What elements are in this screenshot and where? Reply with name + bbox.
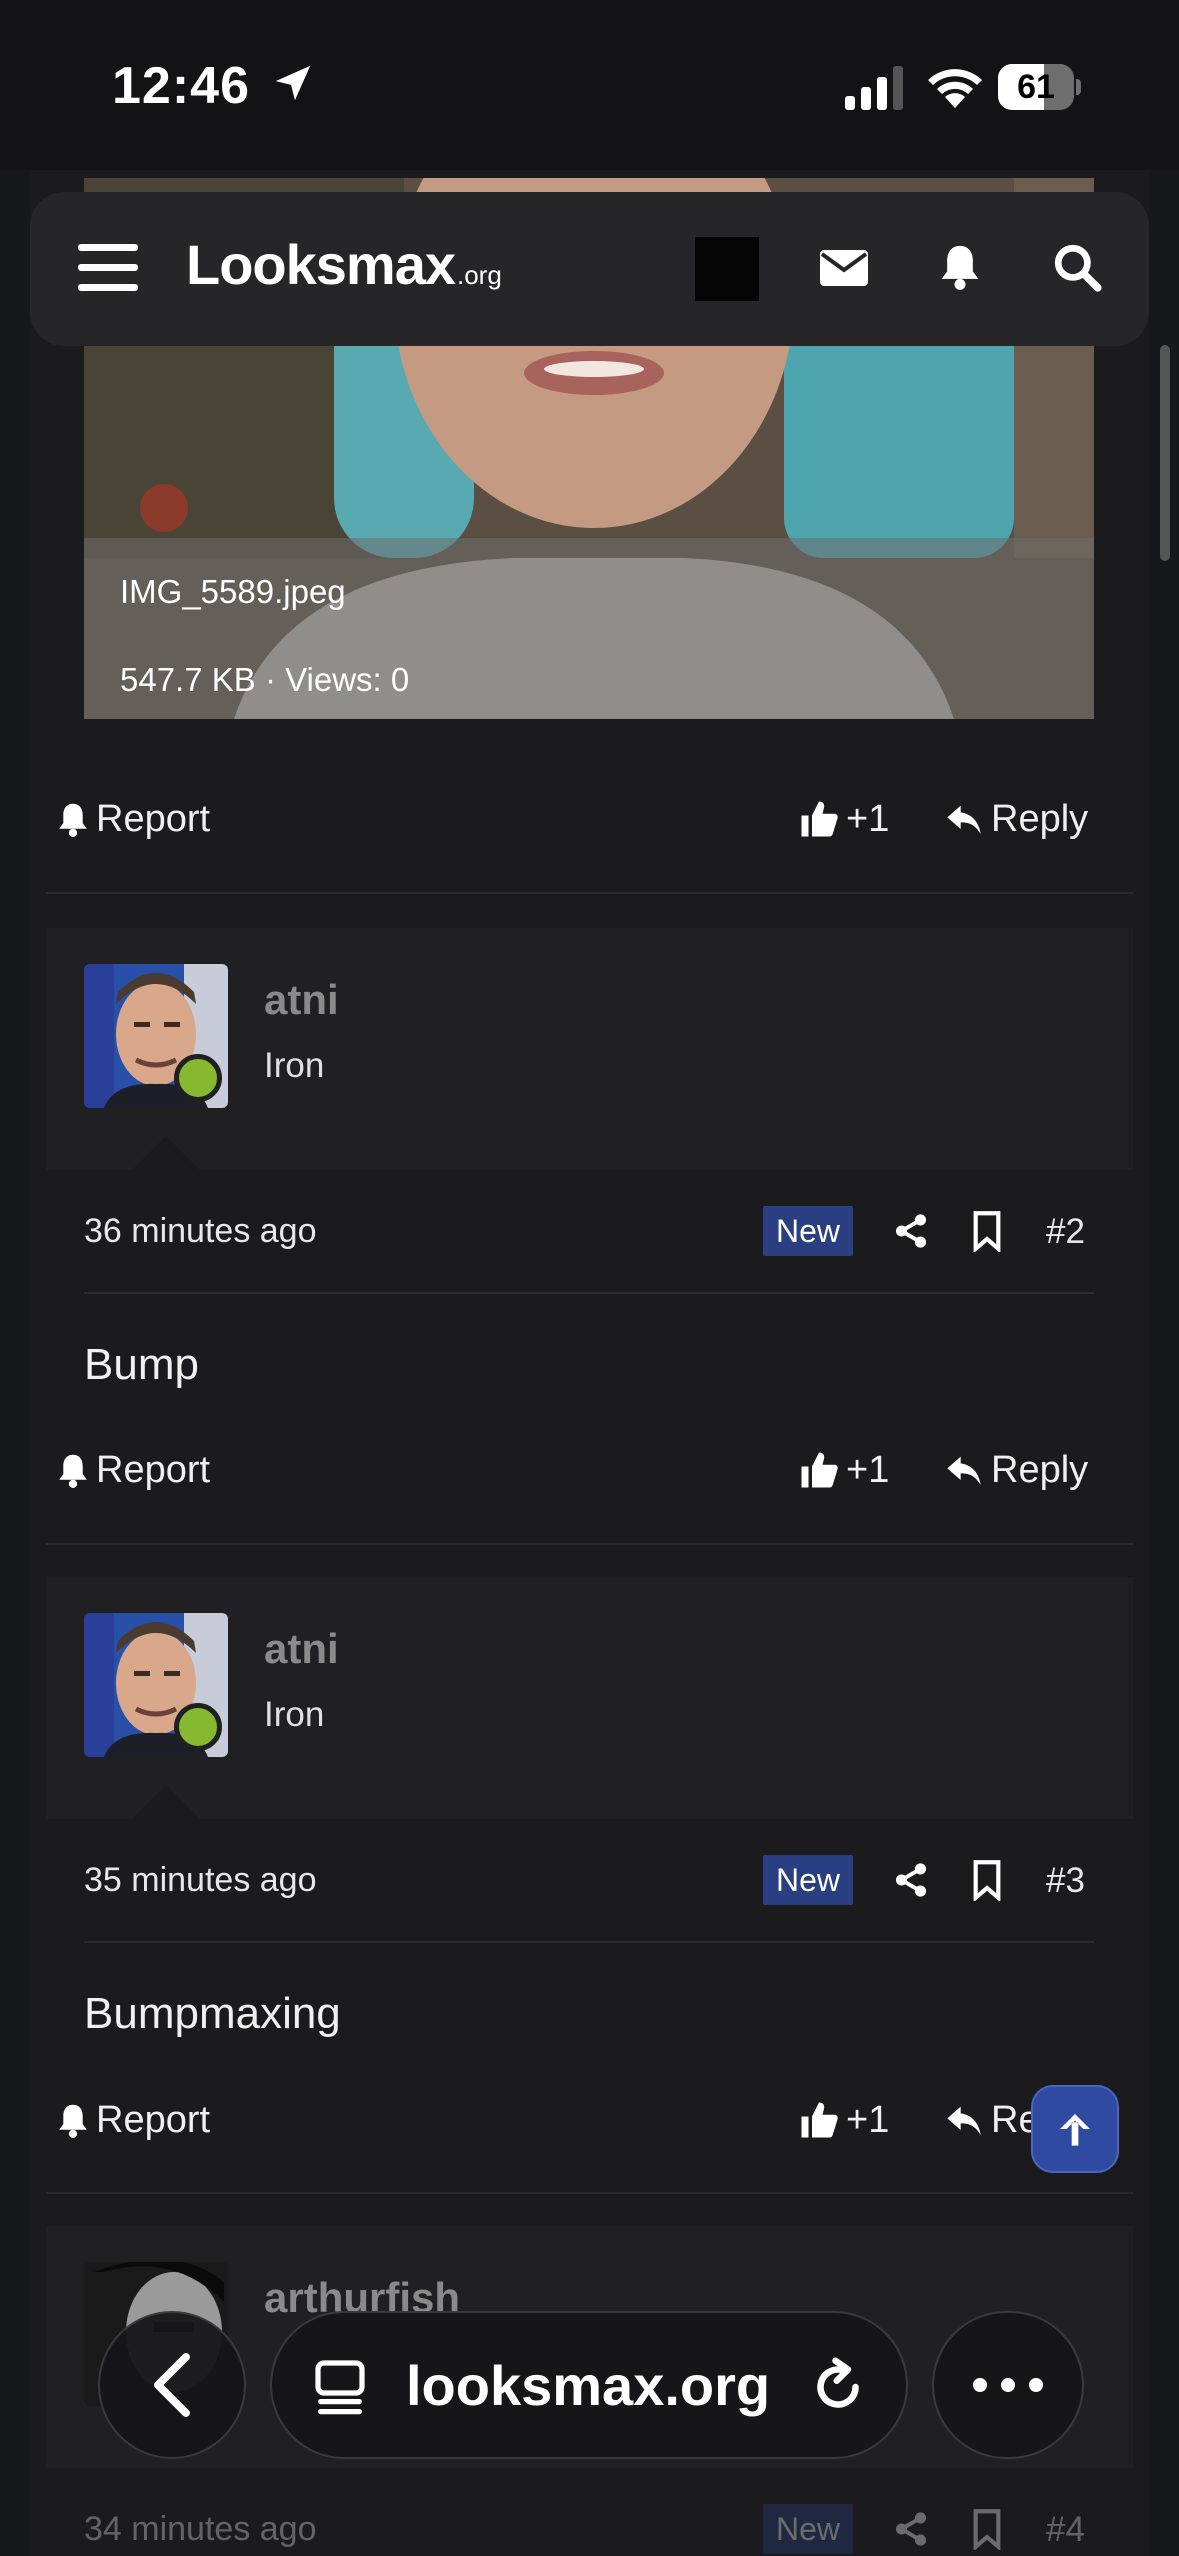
post-actions: Report +1 Reply [30, 1410, 1149, 1530]
report-button[interactable]: Report [56, 2060, 210, 2180]
post-body: Bumpmaxing [84, 1989, 341, 2038]
arrow-up-icon [1060, 2114, 1090, 2146]
user-title: Iron [264, 1046, 325, 1085]
post-divider [46, 892, 1133, 894]
bell-icon [59, 1454, 87, 1488]
report-label: Report [96, 2098, 211, 2141]
reply-label: Reply [991, 797, 1089, 840]
status-bar: 12:46 61 [0, 0, 1179, 170]
post-divider [46, 1543, 1133, 1545]
bell-icon [59, 2104, 87, 2138]
share-icon[interactable] [892, 2510, 930, 2548]
battery-icon: 61 [998, 64, 1081, 110]
status-time: 12:46 [112, 57, 250, 115]
username[interactable]: atni [264, 1625, 339, 1673]
like-button[interactable]: +1 [798, 2060, 889, 2180]
post-meta: 35 minutes ago New #3 Bumpmaxing [46, 1819, 1133, 2038]
bookmark-icon[interactable] [970, 1859, 1004, 1901]
address-text: looksmax.org [406, 2354, 771, 2417]
bookmark-icon[interactable] [970, 1210, 1004, 1252]
address-bar[interactable]: looksmax.org [270, 2311, 908, 2459]
location-arrow-icon [275, 65, 311, 101]
hamburger-menu-icon[interactable] [78, 242, 138, 294]
site-logo[interactable]: Looksmax .org [186, 232, 502, 302]
post-meta: 36 minutes ago New #2 Bump [46, 1170, 1133, 1389]
report-label: Report [96, 797, 211, 840]
thumbs-up-icon [801, 1452, 838, 1488]
post-meta: 34 minutes ago New #4 [46, 2468, 1133, 2556]
account-avatar[interactable] [695, 237, 759, 301]
reply-button[interactable]: Reply [943, 759, 1088, 879]
reply-button[interactable]: Reply [943, 1410, 1088, 1530]
post-time[interactable]: 36 minutes ago [84, 1212, 317, 1251]
scroll-to-top-button[interactable] [1031, 2085, 1119, 2173]
reply-icon [947, 1456, 981, 1485]
thumbs-up-icon [801, 801, 838, 837]
more-options-button[interactable] [932, 2311, 1084, 2459]
like-button[interactable]: +1 [798, 759, 889, 879]
post-author-header: atni Iron [46, 928, 1133, 1170]
post-time[interactable]: 35 minutes ago [84, 1861, 317, 1900]
logo-text: Looksmax [186, 233, 456, 296]
search-icon[interactable] [1052, 242, 1102, 292]
post-author-header: atni Iron [46, 1577, 1133, 1819]
reply-icon [947, 805, 981, 834]
bookmark-icon[interactable] [970, 2508, 1004, 2550]
chevron-left-icon [154, 2353, 190, 2417]
attachment-filename: IMG_5589.jpeg [120, 573, 346, 610]
reply-icon [947, 2106, 981, 2135]
attachment-stats: 547.7 KB · Views: 0 [120, 661, 410, 698]
post-time[interactable]: 34 minutes ago [84, 2510, 317, 2549]
share-icon[interactable] [892, 1861, 930, 1899]
new-badge: New [763, 1206, 853, 1256]
new-badge: New [763, 1855, 853, 1905]
bell-icon [59, 803, 87, 837]
mail-icon[interactable] [820, 246, 868, 290]
report-button[interactable]: Report [56, 759, 210, 879]
like-count: +1 [846, 1448, 890, 1491]
battery-percent: 61 [1017, 68, 1055, 106]
site-header: Looksmax .org [30, 192, 1149, 346]
post-actions: Report +1 Reply [30, 2060, 1149, 2180]
post-number[interactable]: #3 [1046, 1861, 1085, 1901]
meta-divider [84, 1941, 1094, 1943]
browser-back-button[interactable] [98, 2311, 246, 2459]
header-caret [132, 1136, 200, 1170]
post-body: Bump [84, 1340, 199, 1389]
header-caret [132, 1785, 200, 1819]
post-actions: Report +1 Reply [30, 759, 1149, 879]
reply-label: Reply [991, 1448, 1089, 1491]
user-title: Iron [264, 1695, 325, 1734]
page-menu-icon[interactable] [312, 2359, 368, 2415]
wifi-icon [928, 69, 982, 108]
like-count: +1 [846, 797, 890, 840]
more-dot [973, 2378, 987, 2392]
thumbs-up-icon [801, 2102, 838, 2138]
online-indicator [174, 1703, 222, 1751]
post-number[interactable]: #2 [1046, 1212, 1085, 1252]
more-dot [1001, 2378, 1015, 2392]
post-number[interactable]: #4 [1046, 2510, 1085, 2550]
meta-divider [84, 1292, 1094, 1294]
thread-content: IMG_5589.jpeg 547.7 KB · Views: 0 Report… [30, 170, 1149, 2556]
username[interactable]: atni [264, 976, 339, 1024]
like-count: +1 [846, 2098, 890, 2141]
logo-tld: .org [457, 260, 502, 290]
more-dot [1029, 2378, 1043, 2392]
new-badge: New [763, 2504, 853, 2554]
reload-icon[interactable] [808, 2357, 868, 2417]
report-label: Report [96, 1448, 211, 1491]
like-button[interactable]: +1 [798, 1410, 889, 1530]
notifications-bell-icon[interactable] [938, 240, 982, 292]
cellular-signal-icon [845, 66, 903, 110]
post-divider [46, 2192, 1133, 2194]
report-button[interactable]: Report [56, 1410, 210, 1530]
share-icon[interactable] [892, 1212, 930, 1250]
page-scrollbar[interactable] [1160, 345, 1170, 561]
online-indicator [174, 1054, 222, 1102]
